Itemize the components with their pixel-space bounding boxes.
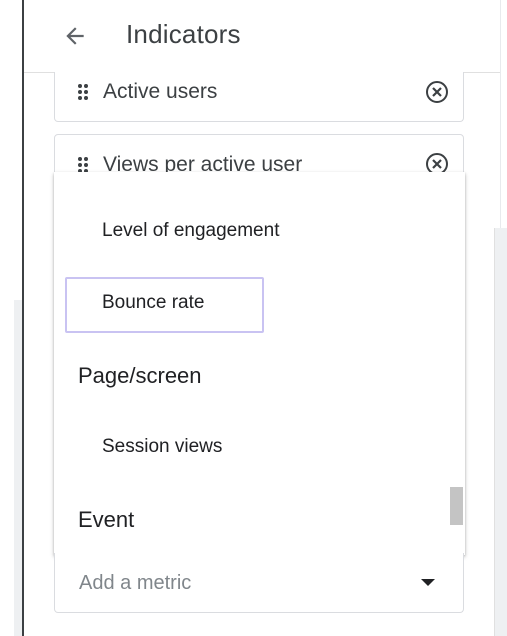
metric-dropdown-menu[interactable]: Level of engagement Bounce rate Page/scr… bbox=[54, 172, 465, 555]
left-scroll-track bbox=[14, 300, 22, 636]
option-level-of-engagement[interactable]: Level of engagement bbox=[102, 220, 279, 242]
add-metric-placeholder: Add a metric bbox=[79, 572, 192, 594]
back-button[interactable] bbox=[58, 18, 92, 54]
page-title: Indicators bbox=[126, 19, 241, 49]
panel-scrollbar[interactable] bbox=[494, 228, 507, 636]
drag-handle-icon[interactable] bbox=[77, 82, 89, 102]
add-metric-select[interactable]: Add a metric bbox=[54, 553, 464, 613]
remove-circle-icon[interactable] bbox=[425, 80, 449, 104]
caret-down-icon bbox=[421, 579, 435, 586]
group-header-event: Event bbox=[78, 507, 135, 532]
panel-left-border bbox=[22, 0, 24, 636]
metric-label: Active users bbox=[103, 80, 218, 103]
panel-header: Indicators bbox=[24, 0, 500, 73]
arrow-back-icon bbox=[66, 27, 84, 45]
metric-card-active-users[interactable]: Active users bbox=[54, 72, 464, 122]
dropdown-scrollbar-thumb[interactable] bbox=[450, 487, 463, 525]
option-session-views[interactable]: Session views bbox=[102, 436, 222, 458]
group-header-page-screen: Page/screen bbox=[78, 363, 202, 388]
option-bounce-rate[interactable]: Bounce rate bbox=[102, 292, 204, 314]
